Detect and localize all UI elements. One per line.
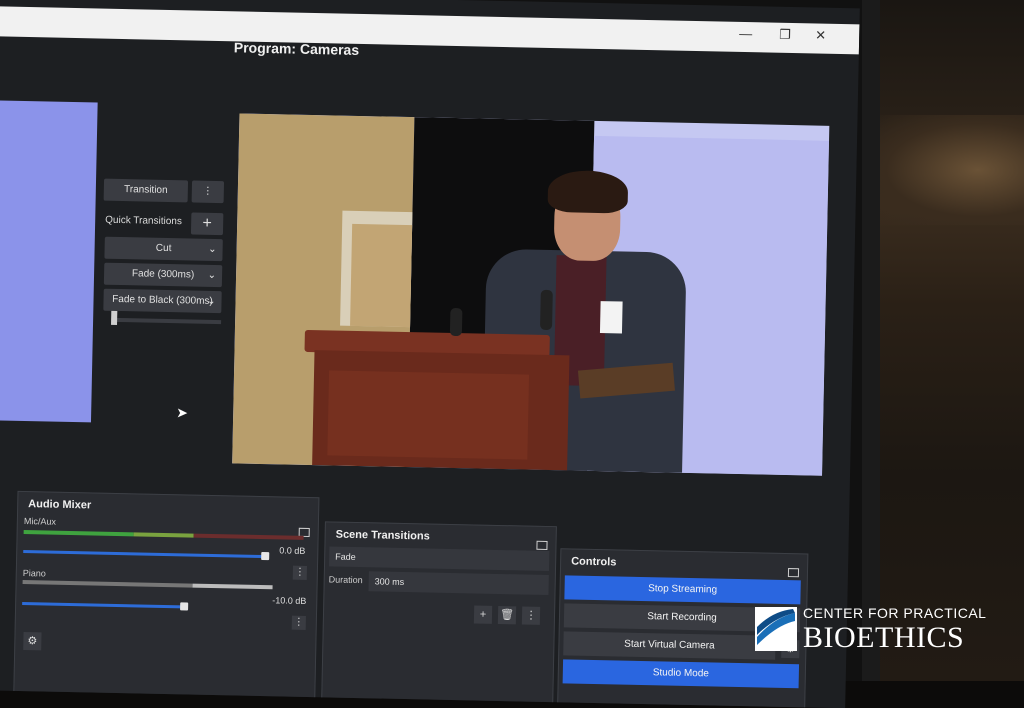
podium-front [327, 370, 530, 460]
mixer-fader-knob[interactable] [261, 552, 270, 561]
scene-door [350, 223, 413, 328]
undock-icon[interactable] [536, 540, 548, 551]
background-light [870, 115, 1024, 225]
add-quick-transition-button[interactable]: + [190, 212, 224, 236]
microphone-icon [540, 289, 553, 331]
chevron-down-icon: ⌄ [207, 295, 216, 307]
mixer-menu-button[interactable]: ⋮ [292, 565, 308, 580]
speaker-name-badge [599, 301, 623, 334]
speaker-hair [547, 169, 629, 214]
logo-line2: BIOETHICS [803, 621, 965, 654]
minimize-icon[interactable]: — [739, 26, 752, 41]
mixer-fader-knob[interactable] [180, 602, 189, 611]
mixer-meter-light [192, 583, 273, 590]
window-titlebar: — ❐ ✕ [0, 5, 860, 55]
duration-label: Duration [328, 574, 363, 586]
mixer-meter-red [193, 533, 304, 540]
mixer-db-value: -10.0 dB [272, 595, 307, 606]
quick-transition-label: Fade to Black (300ms) [112, 293, 213, 307]
quick-transitions-label: Quick Transitions [105, 214, 183, 228]
logo-line1: CENTER FOR PRACTICAL [803, 605, 987, 621]
close-icon[interactable]: ✕ [815, 28, 826, 44]
quick-transition-fade[interactable]: Fade (300ms) ⌄ [103, 262, 223, 288]
monitor-bezel: — ❐ ✕ Program: Cameras Transition ⋮ Quic… [0, 0, 880, 708]
program-video [232, 113, 830, 476]
start-virtual-camera-button[interactable]: Start Virtual Camera [563, 631, 776, 660]
stop-streaming-button[interactable]: Stop Streaming [564, 575, 801, 605]
quick-transition-cut[interactable]: Cut ⌄ [104, 236, 223, 262]
transition-button[interactable]: Transition [103, 178, 189, 203]
obs-window: — ❐ ✕ Program: Cameras Transition ⋮ Quic… [0, 0, 860, 708]
audio-mixer-dock: Audio Mixer Mic/Aux 0.0 dB ⋮ Piano -10.0… [13, 490, 320, 700]
mixer-channel-name: Piano [22, 568, 46, 579]
mixer-meter-green [23, 530, 134, 537]
mixer-meter-grey [22, 580, 193, 588]
mixer-fader[interactable] [23, 550, 264, 559]
mixer-fader[interactable] [22, 602, 183, 609]
mixer-meter-yellow [133, 532, 194, 538]
more-vertical-icon[interactable]: ⋮ [521, 606, 541, 625]
quick-transition-label: Cut [155, 242, 172, 255]
logo-mark [755, 607, 797, 651]
mixer-settings-icon[interactable]: ⚙ [23, 632, 42, 651]
program-header: Program: Cameras [233, 39, 360, 58]
maximize-icon[interactable]: ❐ [779, 27, 791, 43]
transition-slider[interactable] [111, 317, 222, 325]
preview-video [0, 99, 98, 423]
logo-mark-svg [755, 607, 797, 651]
transition-select[interactable]: Fade [329, 546, 550, 572]
undock-icon[interactable] [787, 568, 800, 578]
duration-input[interactable]: 300 ms [368, 571, 549, 596]
scene-transitions-title: Scene Transitions [335, 528, 430, 543]
controls-title: Controls [571, 555, 617, 569]
quick-transition-fade-black[interactable]: Fade to Black (300ms) ⌄ [103, 288, 222, 314]
mixer-db-value: 0.0 dB [279, 545, 306, 556]
transition-menu-button[interactable]: ⋮ [191, 180, 225, 204]
quick-transition-label: Fade (300ms) [131, 268, 195, 281]
add-transition-icon[interactable]: + [473, 605, 493, 624]
chevron-down-icon: ⌄ [208, 243, 217, 256]
transition-slider-handle[interactable] [111, 310, 118, 325]
trash-icon[interactable]: 🗑 [497, 605, 517, 625]
microphone-icon [449, 307, 463, 337]
background-room [860, 0, 1024, 681]
mixer-channel-name: Mic/Aux [23, 516, 57, 527]
scene-transitions-dock: Scene Transitions Fade Duration 300 ms +… [321, 521, 557, 705]
mixer-menu-button[interactable]: ⋮ [291, 615, 306, 630]
plus-icon: + [202, 214, 213, 232]
audio-mixer-title: Audio Mixer [28, 498, 92, 512]
center-for-practical-bioethics-logo: CENTER FOR PRACTICAL BIOETHICS [755, 605, 1005, 657]
studio-mode-button[interactable]: Studio Mode [562, 659, 800, 689]
more-vertical-icon: ⋮ [202, 185, 213, 197]
chevron-down-icon: ⌄ [207, 269, 217, 282]
mouse-cursor-icon: ➤ [176, 404, 189, 421]
